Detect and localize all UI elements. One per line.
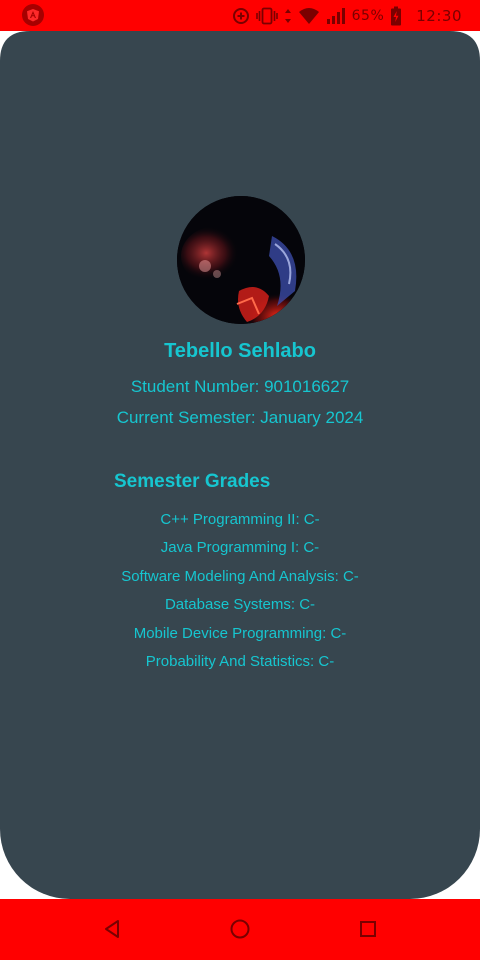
wifi-icon [298,7,320,25]
student-name: Tebello Sehlabo [164,340,316,362]
recents-icon [360,921,376,937]
grade-item: Probability And Statistics: C- [145,652,335,670]
grade-item: Java Programming I: C- [160,539,320,557]
current-semester: Current Semester: January 2024 [116,408,364,427]
grade-item: Mobile Device Programming: C- [133,624,347,642]
grade-item: C++ Programming II: C- [160,511,320,528]
avatar-image [177,196,305,324]
avatar [177,196,305,324]
home-button[interactable] [225,914,255,944]
home-icon [230,919,250,939]
status-bar: 65% 12:30 [0,0,480,31]
back-button[interactable] [97,914,127,944]
grade-item: Database Systems: C- [164,596,316,614]
status-icons: 65% 12:30 [232,0,462,31]
vibrate-icon [255,7,278,25]
status-clock: 12:30 [416,6,462,25]
back-icon [105,920,119,938]
signal-icon [326,7,346,25]
angular-app-icon [22,4,44,26]
grade-item: Software Modeling And Analysis: C- [121,567,359,585]
screen: 65% 12:30 Tebello Sehlabo Student Number… [0,0,480,960]
student-number: Student Number: 901016627 [130,377,350,396]
data-saver-icon [232,7,250,25]
data-transfer-icon [284,8,292,24]
battery-charging-icon [390,6,402,26]
recents-button[interactable] [353,914,383,944]
profile-card [0,31,480,899]
battery-percent: 65% [351,7,385,24]
grades-list: C++ Programming II: C- Java Programming … [0,510,480,680]
semester-grades-heading: Semester Grades [114,471,271,492]
navigation-bar [0,899,480,960]
